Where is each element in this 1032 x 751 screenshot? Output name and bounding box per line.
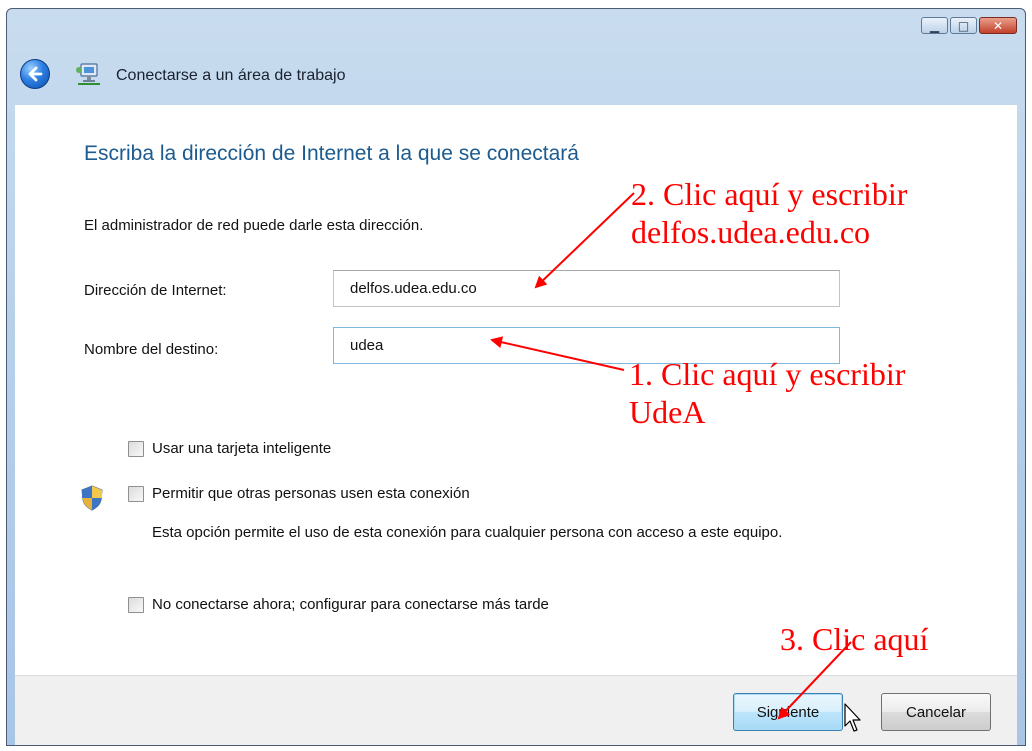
- back-button[interactable]: [20, 59, 50, 89]
- smartcard-option[interactable]: Usar una tarjeta inteligente: [128, 440, 331, 457]
- close-icon: ✕: [992, 18, 1004, 33]
- annotation-step-3: 3. Clic aquí: [780, 621, 929, 657]
- minimize-icon: ▁: [929, 18, 940, 33]
- annotation-step-1: 1. Clic aquí y escribir UdeA: [629, 355, 905, 431]
- annotation-step-2-line-2: delfos.udea.edu.co: [631, 214, 871, 250]
- annotation-step-2: 2. Clic aquí y escribir delfos.udea.edu.…: [631, 175, 907, 251]
- allow-others-label: Permitir que otras personas usen esta co…: [152, 485, 470, 502]
- maximize-button[interactable]: □: [950, 17, 977, 34]
- allow-others-option[interactable]: Permitir que otras personas usen esta co…: [128, 485, 470, 502]
- title-bar: ▁ □ ✕: [7, 9, 1025, 99]
- wizard-footer: [15, 675, 1017, 745]
- annotation-step-1-line-2: UdeA: [629, 394, 706, 430]
- annotation-step-1-line-1: 1. Clic aquí y escribir: [629, 356, 906, 392]
- address-label: Dirección de Internet:: [84, 282, 227, 299]
- smartcard-checkbox[interactable]: [128, 440, 144, 457]
- connect-later-option[interactable]: No conectarse ahora; configurar para con…: [128, 596, 549, 613]
- maximize-icon: □: [957, 18, 970, 33]
- next-button[interactable]: Siguiente: [733, 693, 843, 731]
- uac-shield-icon: [81, 485, 103, 511]
- address-input[interactable]: [333, 270, 840, 307]
- minimize-button[interactable]: ▁: [921, 17, 948, 34]
- window-title: Conectarse a un área de trabajo: [116, 67, 346, 84]
- connect-later-checkbox[interactable]: [128, 596, 144, 613]
- back-arrow-icon: [28, 66, 43, 82]
- cancel-button-label: Cancelar: [905, 703, 967, 721]
- allow-others-description: Esta opción permite el uso de esta conex…: [152, 524, 783, 541]
- allow-others-checkbox[interactable]: [128, 485, 144, 502]
- close-button[interactable]: ✕: [979, 17, 1017, 34]
- destination-label: Nombre del destino:: [84, 341, 219, 358]
- mouse-pointer-icon: [844, 703, 861, 732]
- page-heading: Escriba la dirección de Internet a la qu…: [84, 142, 579, 165]
- connect-later-label: No conectarse ahora; configurar para con…: [152, 596, 549, 613]
- window-controls: ▁ □ ✕: [921, 17, 1017, 34]
- next-button-label: Siguiente: [756, 703, 820, 721]
- network-workplace-icon: [76, 63, 100, 85]
- smartcard-label: Usar una tarjeta inteligente: [152, 440, 332, 457]
- help-text: El administrador de red puede darle esta…: [84, 217, 424, 234]
- annotation-step-2-line-1: 2. Clic aquí y escribir: [631, 176, 908, 212]
- cancel-button[interactable]: Cancelar: [881, 693, 991, 731]
